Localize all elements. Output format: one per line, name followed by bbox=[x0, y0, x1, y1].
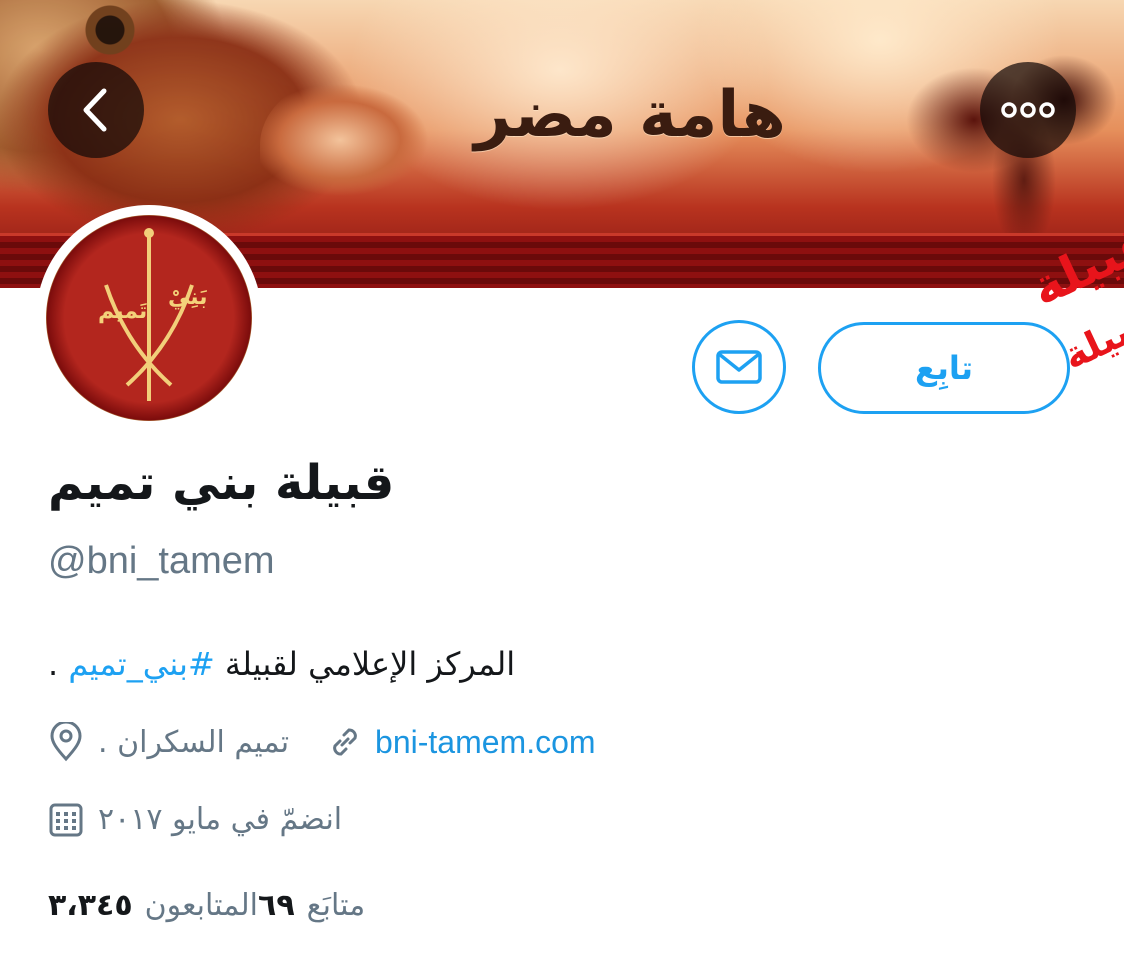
display-name: قبيلة بني تميم bbox=[48, 455, 395, 511]
horses-image bbox=[824, 0, 1124, 250]
website-item[interactable]: bni-tamem.com bbox=[327, 724, 596, 761]
message-button[interactable] bbox=[692, 320, 786, 414]
follow-button[interactable]: تابِع bbox=[818, 322, 1070, 414]
following-label: متابَع bbox=[306, 888, 366, 923]
joined-item: انضمّ في مايو ٢٠١٧ bbox=[48, 800, 342, 838]
bio: المركز الإعلامي لقبيلة #بني_تميم . bbox=[48, 645, 668, 683]
more-options-button[interactable] bbox=[980, 62, 1076, 158]
avatar-text-left: تَميم bbox=[98, 299, 148, 324]
joined-text: انضمّ في مايو ٢٠١٧ bbox=[98, 801, 343, 837]
following-count: ٦٩ bbox=[258, 888, 295, 923]
avatar-text-right: بَنِيْ bbox=[168, 285, 208, 310]
joined-row: انضمّ في مايو ٢٠١٧ bbox=[48, 800, 380, 838]
avatar[interactable]: بَنِيْ تَميم bbox=[36, 205, 262, 431]
profile-meta-row: تميم السكران . bni-tamem.com bbox=[48, 722, 634, 762]
following-stat[interactable]: متابَع ٦٩ bbox=[258, 888, 365, 923]
followers-stat[interactable]: المتابعون ٣،٣٤٥ bbox=[48, 888, 258, 923]
follow-stats: المتابعون ٣،٣٤٥ متابَع ٦٩ bbox=[48, 888, 393, 923]
avatar-emblem: بَنِيْ تَميم bbox=[46, 215, 252, 421]
followers-label: المتابعون bbox=[144, 888, 259, 923]
envelope-icon bbox=[716, 350, 762, 384]
banner-title: هامة مضر bbox=[474, 78, 786, 152]
back-button[interactable] bbox=[48, 62, 144, 158]
location-text: تميم السكران . bbox=[98, 724, 290, 760]
more-options-icon bbox=[1001, 102, 1055, 118]
location-pin-icon bbox=[50, 722, 82, 762]
bio-text: المركز الإعلامي لقبيلة bbox=[214, 645, 516, 683]
website-link[interactable]: bni-tamem.com bbox=[375, 724, 596, 761]
link-icon bbox=[333, 728, 357, 756]
chevron-left-icon bbox=[83, 88, 107, 132]
bio-end: . bbox=[48, 645, 69, 683]
location-item: تميم السكران . bbox=[48, 722, 289, 762]
handle: @bni_tamem bbox=[48, 540, 275, 582]
bio-hashtag[interactable]: #بني_تميم bbox=[68, 645, 214, 683]
calendar-icon bbox=[49, 803, 83, 837]
followers-count: ٣،٣٤٥ bbox=[48, 888, 133, 923]
crossed-swords-icon bbox=[104, 228, 194, 401]
